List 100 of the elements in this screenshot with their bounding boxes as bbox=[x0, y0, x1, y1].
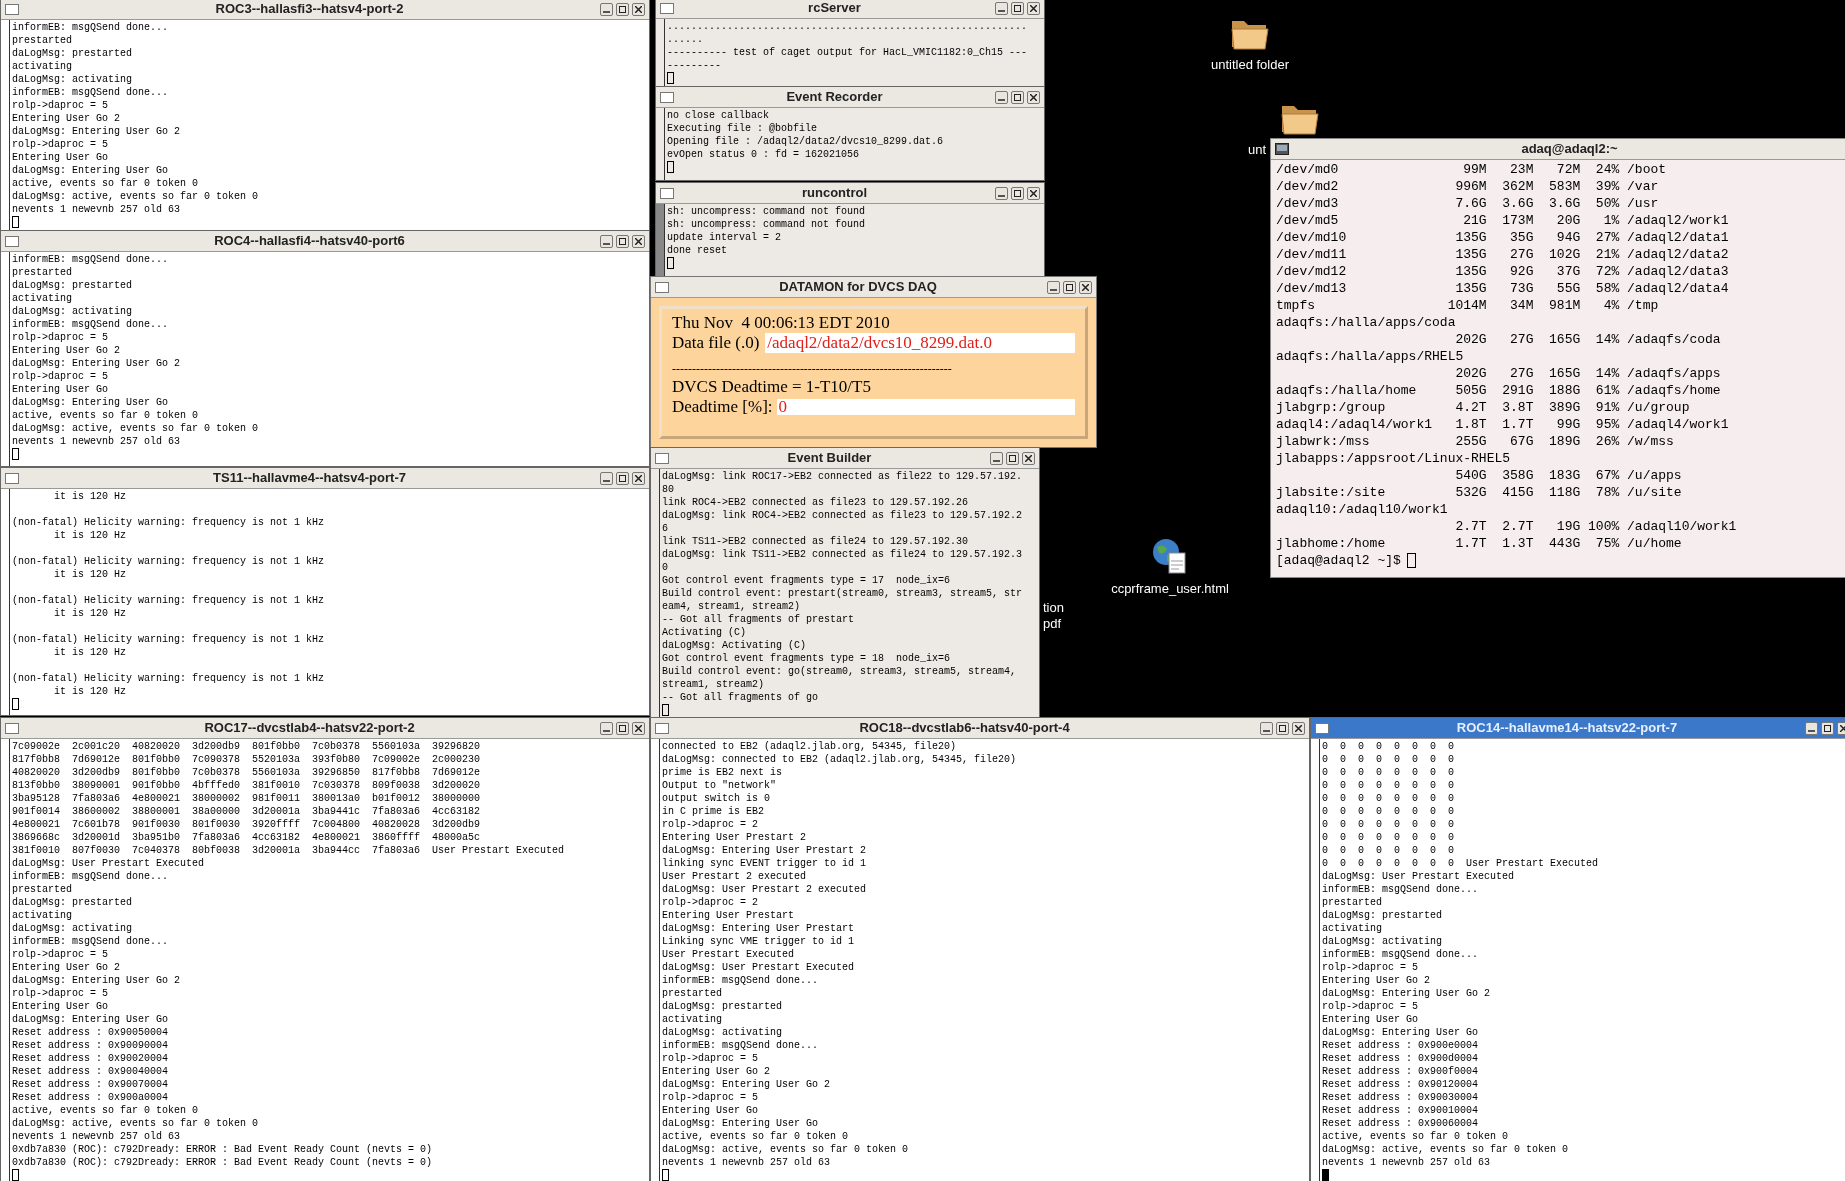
close-icon bbox=[1030, 93, 1037, 101]
terminal-line: Linking sync VME trigger to id 1 bbox=[662, 935, 855, 948]
icon-label: tion bbox=[1043, 600, 1064, 616]
text-cursor bbox=[667, 161, 674, 173]
maximize-icon bbox=[1014, 189, 1021, 197]
maximize-icon bbox=[619, 474, 626, 482]
terminal-line: /dev/md0 99M 23M 72M 24% /boot bbox=[1276, 161, 1667, 178]
window-menu-icon[interactable] bbox=[5, 722, 19, 734]
terminal-line: daLogMsg: User Prestart Executed bbox=[1322, 870, 1515, 883]
terminal-line: daLogMsg: active, events so far 0 token 0 bbox=[12, 190, 259, 203]
window-menu-icon[interactable] bbox=[660, 187, 674, 199]
terminal-line: rolp->daproc = 5 bbox=[662, 1052, 758, 1065]
window-menu-icon[interactable] bbox=[5, 3, 19, 15]
terminal-line: daLogMsg: active, events so far 0 token 0 bbox=[662, 1143, 909, 1156]
terminal-line: ............................................................ bbox=[667, 20, 1028, 33]
terminal-line: Reset address : 0x90020004 bbox=[12, 1052, 169, 1065]
minimize-button[interactable] bbox=[600, 2, 613, 16]
minimize-button[interactable] bbox=[995, 90, 1008, 104]
maximize-button[interactable] bbox=[1063, 280, 1076, 294]
terminal-line: daLogMsg: activating bbox=[12, 922, 133, 935]
terminal-line: daLogMsg: prestarted bbox=[662, 1000, 783, 1013]
maximize-button[interactable] bbox=[616, 234, 629, 248]
terminal-line: /dev/md11 135G 27G 102G 21% /adaql2/data2 bbox=[1276, 246, 1729, 263]
minimize-button[interactable] bbox=[600, 721, 613, 735]
maximize-icon bbox=[1014, 4, 1021, 12]
terminal-line: (non-fatal) Helicity warning: frequency is not 1 kHz bbox=[12, 594, 325, 607]
title-bar[interactable]: adaq@adaql2:~ bbox=[1271, 139, 1845, 160]
text-cursor bbox=[667, 257, 674, 269]
terminal-line: daLogMsg: Entering User Go 2 bbox=[662, 1078, 831, 1091]
globe-document-icon[interactable] bbox=[1151, 537, 1189, 575]
terminal-line: 0 0 0 0 0 0 0 0 bbox=[1322, 740, 1455, 753]
close-button[interactable] bbox=[1027, 90, 1040, 104]
terminal-line: active, events so far 0 token 0 bbox=[1322, 1130, 1509, 1143]
terminal-line: rolp->daproc = 5 bbox=[1322, 961, 1418, 974]
window-menu-icon[interactable] bbox=[660, 2, 674, 14]
terminal-line: 3869668c 3d20001d 3ba951b0 7fa803a6 4cc63182 4e800021 3860ffff 48000a5c bbox=[12, 831, 481, 844]
maximize-button[interactable] bbox=[616, 2, 629, 16]
scrollbar[interactable] bbox=[656, 204, 665, 276]
minimize-button[interactable] bbox=[1805, 721, 1818, 735]
terminal-line: daLogMsg: connected to EB2 (adaql2.jlab.org, 54345, file20) bbox=[662, 753, 1017, 766]
maximize-button[interactable] bbox=[616, 471, 629, 485]
close-button[interactable] bbox=[632, 721, 645, 735]
window-menu-icon[interactable] bbox=[5, 472, 19, 484]
terminal-line: User Prestart Executed bbox=[662, 948, 795, 961]
terminal-line: daLogMsg: Entering User Go 2 bbox=[12, 357, 181, 370]
close-button[interactable] bbox=[1022, 451, 1035, 465]
window-title: rcServer bbox=[807, 0, 862, 18]
close-button[interactable] bbox=[1027, 1, 1040, 15]
maximize-button[interactable] bbox=[1011, 90, 1024, 104]
terminal-line: daLogMsg: active, events so far 0 token 0 bbox=[1322, 1143, 1569, 1156]
terminal-line: Got control event fragments type = 17 node_ix=6 bbox=[662, 574, 951, 587]
minimize-button[interactable] bbox=[995, 186, 1008, 200]
terminal-line: prestarted bbox=[12, 266, 72, 279]
window-menu-icon[interactable] bbox=[655, 722, 669, 734]
minimize-button[interactable] bbox=[990, 451, 1003, 465]
close-icon bbox=[1030, 4, 1037, 12]
window-menu-icon[interactable] bbox=[655, 452, 669, 464]
maximize-icon bbox=[1066, 283, 1073, 291]
terminal-icon[interactable] bbox=[1275, 143, 1289, 155]
maximize-button[interactable] bbox=[1276, 721, 1289, 735]
minimize-button[interactable] bbox=[995, 1, 1008, 15]
terminal-line: rolp->daproc = 5 bbox=[12, 331, 108, 344]
terminal-line: daLogMsg: active, events so far 0 token 0 bbox=[12, 1117, 259, 1130]
minimize-button[interactable] bbox=[600, 234, 613, 248]
title-bar[interactable]: rcServer bbox=[656, 0, 1044, 19]
close-button[interactable] bbox=[1292, 721, 1305, 735]
terminal-line: Entering User Go bbox=[12, 151, 108, 164]
minimize-button[interactable] bbox=[1260, 721, 1273, 735]
maximize-button[interactable] bbox=[616, 721, 629, 735]
maximize-button[interactable] bbox=[1006, 451, 1019, 465]
close-button[interactable] bbox=[632, 2, 645, 16]
close-button[interactable] bbox=[632, 471, 645, 485]
window-menu-icon[interactable] bbox=[1315, 722, 1329, 734]
window-title: DATAMON for DVCS DAQ bbox=[778, 278, 938, 297]
terminal-line: Reset address : 0x90010004 bbox=[1322, 1104, 1479, 1117]
data-file-label: Data file (.0) bbox=[672, 333, 760, 353]
close-button[interactable] bbox=[632, 234, 645, 248]
text-cursor bbox=[662, 1169, 669, 1181]
terminal-line: daLogMsg: Entering User Go 2 bbox=[12, 974, 181, 987]
maximize-button[interactable] bbox=[1011, 186, 1024, 200]
maximize-button[interactable] bbox=[1821, 721, 1834, 735]
terminal-line: 2.7T 2.7T 19G 100% /adaql10/work1 bbox=[1454, 518, 1737, 535]
terminal-line: update interval = 2 bbox=[667, 231, 782, 244]
window-menu-icon[interactable] bbox=[5, 235, 19, 247]
terminal-line: daLogMsg: Activating (C) bbox=[662, 639, 807, 652]
terminal-line: daLogMsg: User Prestart Executed bbox=[12, 857, 205, 870]
minimize-button[interactable] bbox=[1047, 280, 1060, 294]
title-bar[interactable]: ROC3--hallasfi3--hatsv4-port-2 bbox=[1, 0, 649, 20]
window-menu-icon[interactable] bbox=[655, 281, 669, 293]
close-button[interactable] bbox=[1027, 186, 1040, 200]
maximize-button[interactable] bbox=[1011, 1, 1024, 15]
title-bar[interactable]: DATAMON for DVCS DAQ bbox=[651, 277, 1096, 298]
close-button[interactable] bbox=[1079, 280, 1092, 294]
minimize-button[interactable] bbox=[600, 471, 613, 485]
terminal-line: daLogMsg: link ROC4->EB2 connected as file23 to 129.57.192.2 bbox=[662, 509, 1023, 522]
terminal-line: daLogMsg: Entering User Prestart 2 bbox=[662, 844, 867, 857]
terminal-line: Reset address : 0x900a0004 bbox=[12, 1091, 169, 1104]
window-menu-icon[interactable] bbox=[660, 91, 674, 103]
title-bar[interactable]: ROC14--hallavme14--hatsv22-port-7 bbox=[1311, 718, 1845, 739]
window-title: ROC3--hallasfi3--hatsv4-port-2 bbox=[214, 0, 405, 19]
